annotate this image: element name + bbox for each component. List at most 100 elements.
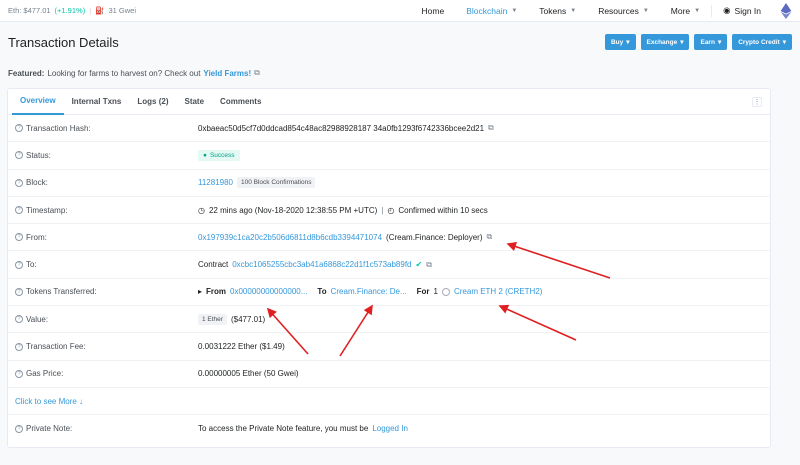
gas-price: 31 Gwei (108, 6, 137, 15)
chevron-down-icon: ▼ (642, 7, 649, 14)
gas-icon: ⛽ (95, 6, 105, 15)
yield-farms-link[interactable]: Yield Farms! (203, 69, 251, 78)
status-badge: ● Success (198, 149, 240, 161)
help-icon: ? (15, 424, 23, 433)
token-to-link[interactable]: Cream.Finance: De... (331, 287, 407, 296)
check-circle-icon: ● (203, 151, 207, 159)
help-icon: ? (15, 124, 23, 133)
fee-value: 0.0031222 Ether ($1.49) (198, 342, 285, 352)
ethereum-logo-icon[interactable] (780, 2, 792, 19)
page-title: Transaction Details (8, 34, 119, 50)
tab-bar: Overview Internal Txns Logs (2) State Co… (8, 89, 770, 115)
crypto-credit-button[interactable]: Crypto Credit ▾ (732, 34, 792, 50)
see-more-link[interactable]: Click to see More ↓ (8, 397, 83, 406)
featured-text: Looking for farms to harvest on? Check o… (47, 68, 201, 78)
row-from: ? From: 0x197939c1ca20c2b506d6811d8b6cdb3… (8, 224, 770, 252)
row-fee: ? Transaction Fee: 0.0031222 Ether ($1.49… (8, 333, 770, 361)
featured-label: Featured: (8, 68, 45, 78)
nav-tokens[interactable]: Tokens ▼ (528, 0, 587, 22)
chevron-down-icon: ▼ (694, 7, 701, 14)
copy-icon[interactable]: ⧉ (426, 260, 432, 270)
token-logo-icon (441, 287, 450, 296)
help-icon: ? (15, 151, 23, 160)
to-address-link[interactable]: 0xcbc1065255cbc3ab41a6868c22d1f1c573ab89… (232, 260, 411, 269)
detail-rows: ? Transaction Hash: 0xbaeac50d5cf7d0ddcad… (8, 115, 770, 443)
help-icon: ? (15, 342, 23, 351)
exchange-button[interactable]: Exchange ▾ (640, 34, 690, 50)
eth-price: Eth: $477.01 (8, 6, 51, 15)
transaction-card: Overview Internal Txns Logs (2) State Co… (7, 88, 771, 448)
copy-icon[interactable]: ⧉ (488, 123, 494, 133)
logged-in-link[interactable]: Logged In (372, 424, 408, 433)
tab-internal-txns[interactable]: Internal Txns (64, 89, 130, 115)
row-timestamp: ? Timestamp: ◷ 22 mins ago (Nov-18-2020 12… (8, 197, 770, 225)
eth-change: (+1.91%) (54, 6, 86, 15)
tab-comments[interactable]: Comments (212, 89, 269, 115)
bullet-icon: ▸ (198, 287, 203, 297)
token-from-label: From (206, 287, 227, 297)
row-tokens: ? Tokens Transferred: ▸ From 0x0000000000… (8, 279, 770, 307)
chevron-down-icon: ▼ (570, 7, 577, 14)
note-text: To access the Private Note feature, you … (198, 424, 369, 434)
help-icon: ? (15, 233, 23, 242)
from-name: (Cream.Finance: Deployer) (386, 232, 483, 242)
verified-check-icon: ✔ (415, 260, 423, 270)
arrow-down-icon: ↓ (79, 396, 84, 406)
confirmed-within: Confirmed within 10 secs (398, 205, 488, 215)
featured-banner: Featured: Looking for farms to harvest o… (0, 62, 800, 84)
nav-resources[interactable]: Resources ▼ (587, 0, 660, 22)
row-value: ? Value: 1 Ether ($477.01) (8, 306, 770, 334)
price-ticker: Eth: $477.01 (+1.91%) | ⛽ 31 Gwei (8, 6, 137, 15)
topbar: Eth: $477.01 (+1.91%) | ⛽ 31 Gwei Home B… (0, 0, 800, 22)
chevron-down-icon: ▾ (782, 39, 786, 46)
chevron-down-icon: ▾ (717, 39, 722, 46)
header-buttons: Buy ▾ Exchange ▾ Earn ▾ Crypto Credit ▾ (604, 34, 792, 50)
block-number-link[interactable]: 11281980 (198, 178, 233, 187)
more-options-icon[interactable]: ⋮ (752, 97, 762, 107)
token-amount: 1 (433, 287, 438, 297)
token-for-label: For (416, 287, 430, 297)
row-to: ? To: Contract 0xcbc1065255cbc3ab41a6868c2… (8, 251, 770, 279)
row-see-more: Click to see More ↓ (8, 388, 770, 416)
chevron-down-icon: ▾ (680, 39, 684, 46)
tab-logs[interactable]: Logs (2) (129, 89, 176, 115)
token-from-link[interactable]: 0x00000000000000... (230, 287, 307, 296)
sign-in-link[interactable]: ◉ Sign In (712, 0, 772, 22)
help-icon: ? (15, 206, 23, 215)
external-link-icon: ⧉ (254, 68, 260, 77)
token-name-link[interactable]: Cream ETH 2 (CRETH2) (454, 287, 542, 296)
row-gas: ? Gas Price: 0.00000005 Ether (50 Gwei) (8, 361, 770, 388)
row-block: ? Block: 11281980 100 Block Confirmations (8, 170, 770, 197)
chevron-down-icon: ▾ (626, 39, 630, 46)
nav-more[interactable]: More ▼ (660, 0, 711, 22)
from-address-link[interactable]: 0x197939c1ca20c2b506d6811d8b6cdb33944710… (198, 233, 382, 242)
stopwatch-icon: ◴ (387, 205, 395, 215)
buy-button[interactable]: Buy ▾ (604, 34, 636, 50)
row-note: ? Private Note: To access the Private Not… (8, 415, 770, 442)
token-to-label: To (317, 287, 327, 297)
copy-icon[interactable]: ⧉ (487, 232, 493, 242)
row-hash: ? Transaction Hash: 0xbaeac50d5cf7d0ddcad… (8, 115, 770, 143)
help-icon: ? (15, 178, 23, 187)
tab-overview[interactable]: Overview (12, 89, 64, 115)
usd-value: ($477.01) (230, 314, 266, 324)
page-header: Transaction Details Buy ▾ Exchange ▾ Earn ▾… (0, 22, 800, 62)
transaction-hash: 0xbaeac50d5cf7d0ddcad854c48ac82988928187… (198, 123, 485, 133)
nav-blockchain[interactable]: Blockchain ▼ (455, 0, 528, 22)
help-icon: ? (15, 287, 23, 296)
ether-value-badge: 1 Ether (198, 313, 227, 325)
user-icon: ◉ (723, 5, 731, 15)
tab-state[interactable]: State (176, 89, 212, 115)
timestamp-value: 22 mins ago (Nov-18-2020 12:38:55 PM +UT… (208, 205, 378, 215)
help-icon: ? (15, 260, 23, 269)
main-nav: Home Blockchain ▼ Tokens ▼ Resources ▼ More… (411, 0, 792, 22)
confirmations-badge: 100 Block Confirmations (237, 177, 316, 189)
gas-price-value: 0.00000005 Ether (50 Gwei) (198, 369, 299, 379)
clock-icon: ◷ (198, 205, 205, 215)
help-icon: ? (15, 315, 23, 324)
chevron-down-icon: ▼ (511, 7, 518, 14)
earn-button[interactable]: Earn ▾ (694, 34, 728, 50)
row-status: ? Status: ● Success (8, 142, 770, 170)
nav-home[interactable]: Home (411, 0, 456, 22)
help-icon: ? (15, 369, 23, 378)
